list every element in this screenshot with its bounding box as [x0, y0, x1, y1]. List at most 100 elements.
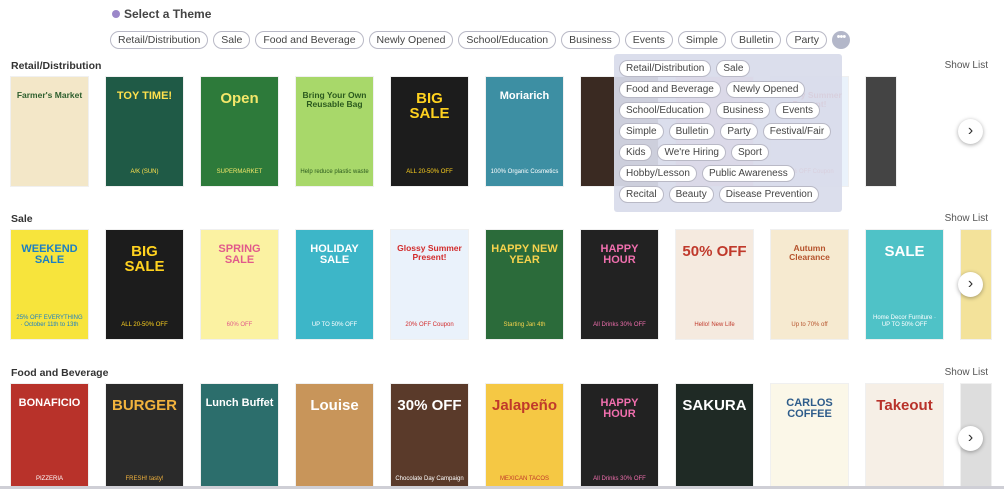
template-card-title: BURGER — [111, 397, 177, 414]
dropdown-theme-pill[interactable]: Events — [775, 102, 820, 119]
template-card[interactable]: Farmer's Market — [11, 77, 88, 186]
template-card-title: HAPPY HOUR — [600, 243, 639, 266]
dropdown-theme-pill[interactable]: Hobby/Lesson — [619, 165, 697, 182]
template-card-title: Takeout — [876, 397, 933, 414]
theme-pill[interactable]: Bulletin — [730, 31, 782, 49]
template-card[interactable]: BIG SALE ALL 20-50% OFF — [106, 230, 183, 339]
template-card-title: Moriarich — [499, 90, 550, 102]
template-card-title: 50% OFF — [682, 243, 747, 260]
template-card-subtitle: A/K (SUN) — [130, 168, 159, 175]
template-card-title: Open — [220, 90, 259, 107]
template-card[interactable]: Moriarich 100% Organic Cosmetics — [486, 77, 563, 186]
dropdown-theme-pill[interactable]: Sport — [730, 144, 769, 161]
next-arrow-button[interactable]: › — [958, 119, 983, 144]
template-card[interactable]: Open SUPERMARKET — [201, 77, 278, 186]
template-card[interactable]: WEEKEND SALE 25% OFF EVERYTHING · October… — [11, 230, 88, 339]
template-card-title: 30% OFF — [397, 397, 462, 414]
dropdown-theme-pill[interactable]: Sale — [716, 60, 751, 77]
template-card-title: HAPPY HOUR — [600, 397, 639, 420]
template-card-title: Bring Your Own Reusable Bag — [302, 90, 367, 109]
dropdown-theme-pill[interactable]: Simple — [619, 123, 664, 140]
template-card-title: Glossy Summer Present! — [397, 243, 462, 262]
dropdown-theme-pill[interactable]: Public Awareness — [701, 165, 795, 182]
next-arrow-button[interactable]: › — [958, 426, 983, 451]
template-card-subtitle: Chocolate Day Campaign — [395, 475, 464, 482]
theme-pill[interactable]: Party — [786, 31, 827, 49]
select-theme-title: Select a Theme — [124, 7, 212, 21]
template-card[interactable]: BIG SALE ALL 20-50% OFF — [391, 77, 468, 186]
dropdown-theme-pill[interactable]: Festival/Fair — [762, 123, 832, 140]
template-card-subtitle: ALL 20-50% OFF — [121, 321, 168, 328]
theme-pill[interactable]: Food and Beverage — [255, 31, 364, 49]
template-card-subtitle: 100% Organic Cosmetics — [490, 168, 559, 175]
template-card-title: Autumn Clearance — [789, 243, 830, 262]
template-card[interactable]: Bring Your Own Reusable Bag Help reduce p… — [296, 77, 373, 186]
dropdown-theme-pill[interactable]: Beauty — [668, 186, 714, 203]
template-card[interactable]: Autumn Clearance Up to 70% off — [771, 230, 848, 339]
section-title: Food and Beverage — [11, 367, 109, 379]
template-card[interactable]: Jalapeño MEXICAN TACOS — [486, 384, 563, 489]
dropdown-theme-pill[interactable]: Disease Prevention — [718, 186, 820, 203]
dropdown-theme-pill[interactable]: Recital — [619, 186, 664, 203]
template-card-title: CARLOS COFFEE — [786, 397, 833, 420]
template-card-title: WEEKEND SALE — [21, 243, 78, 266]
template-card[interactable]: HAPPY NEW YEAR Starting Jan 4th — [486, 230, 563, 339]
template-card[interactable]: Takeout — [866, 384, 943, 489]
template-card-subtitle: MEXICAN TACOS — [499, 475, 550, 482]
template-card-title: BIG SALE — [409, 90, 450, 122]
theme-pill[interactable]: Sale — [213, 31, 251, 49]
template-card[interactable]: CARLOS COFFEE — [771, 384, 848, 489]
theme-pill[interactable]: Simple — [677, 31, 726, 49]
template-card[interactable]: Glossy Summer Present! 20% OFF Coupon — [391, 230, 468, 339]
dropdown-theme-pill[interactable]: Newly Opened — [725, 81, 806, 98]
show-list-link[interactable]: Show List — [945, 60, 988, 71]
template-strip: WEEKEND SALE 25% OFF EVERYTHING · October… — [11, 230, 991, 339]
theme-pill[interactable]: Newly Opened — [368, 31, 454, 49]
dropdown-theme-pill[interactable]: School/Education — [619, 102, 711, 119]
template-card-subtitle: PIZZERIA — [35, 475, 63, 482]
template-card[interactable]: Lunch Buffet — [201, 384, 278, 489]
template-card-subtitle: Hello! New Life — [694, 321, 735, 328]
template-card[interactable]: TOY TIME! A/K (SUN) — [106, 77, 183, 186]
show-list-link[interactable]: Show List — [945, 213, 988, 224]
dropdown-theme-pill[interactable]: Party — [720, 123, 758, 140]
template-card[interactable]: BURGER FRESH! tasty! — [106, 384, 183, 489]
dropdown-theme-pill[interactable]: We're Hiring — [657, 144, 726, 161]
template-card[interactable]: HAPPY HOUR All Drinks 30% OFF — [581, 230, 658, 339]
template-card[interactable]: BONAFICIO PIZZERIA — [11, 384, 88, 489]
next-arrow-button[interactable]: › — [958, 272, 983, 297]
template-card[interactable]: SAKURA — [676, 384, 753, 489]
dropdown-theme-pill[interactable]: Kids — [619, 144, 653, 161]
template-card-subtitle: FRESH! tasty! — [125, 475, 164, 482]
template-card-subtitle: Starting Jan 4th — [503, 321, 546, 328]
template-card-title: SPRING SALE — [218, 243, 261, 266]
template-card-title: Louise — [310, 397, 359, 414]
dropdown-theme-pill[interactable]: Retail/Distribution — [619, 60, 712, 77]
template-card[interactable]: HOLIDAY SALE UP TO 50% OFF — [296, 230, 373, 339]
template-strip: BONAFICIO PIZZERIA BURGER FRESH! tasty! Lunc… — [11, 384, 991, 489]
dropdown-theme-pill[interactable]: Bulletin — [668, 123, 716, 140]
dropdown-theme-pill[interactable]: Food and Beverage — [619, 81, 721, 98]
template-card[interactable]: SPRING SALE 60% OFF — [201, 230, 278, 339]
template-card-title: Jalapeño — [491, 397, 558, 414]
show-list-link[interactable]: Show List — [945, 367, 988, 378]
theme-pill-row: Retail/Distribution Sale Food and Bevera… — [110, 31, 850, 49]
template-card[interactable]: SALE Home Decor Furniture · UP TO 50% OFF — [866, 230, 943, 339]
template-card[interactable]: HAPPY HOUR All Drinks 30% OFF — [581, 384, 658, 489]
template-card-title: SALE — [884, 243, 925, 260]
theme-pill[interactable]: Events — [624, 31, 673, 49]
template-card-subtitle: Up to 70% off — [791, 321, 828, 328]
theme-pill[interactable]: Retail/Distribution — [110, 31, 209, 49]
dropdown-theme-pill[interactable]: Business — [715, 102, 771, 119]
template-card-subtitle: All Drinks 30% OFF — [593, 475, 646, 482]
template-card-title: TOY TIME! — [116, 90, 173, 102]
template-card[interactable]: 30% OFF Chocolate Day Campaign — [391, 384, 468, 489]
template-card[interactable]: Louise — [296, 384, 373, 489]
theme-dropdown-menu: Retail/Distribution Sale Food and Bevera… — [614, 54, 842, 212]
theme-pill[interactable]: School/Education — [458, 31, 557, 49]
theme-pill[interactable]: Business — [561, 31, 620, 49]
more-themes-button[interactable]: ••• — [831, 31, 850, 49]
template-card-title: BONAFICIO — [18, 397, 81, 409]
template-card[interactable] — [866, 77, 896, 186]
template-card[interactable]: 50% OFF Hello! New Life — [676, 230, 753, 339]
